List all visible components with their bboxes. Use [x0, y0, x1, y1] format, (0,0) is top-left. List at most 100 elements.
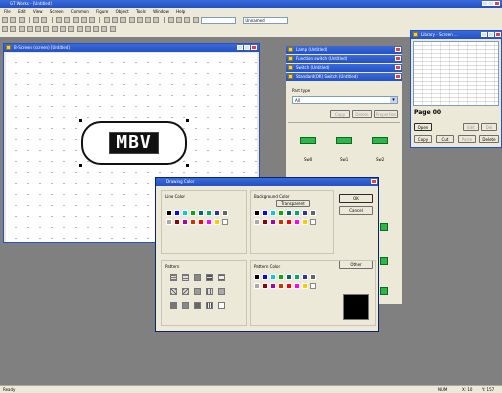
menu-edit[interactable]: Edit [18, 9, 26, 14]
del-page-button[interactable]: Del [481, 123, 497, 131]
rectangle-icon[interactable] [26, 26, 33, 32]
maximize-button[interactable] [488, 32, 494, 37]
project-combo[interactable]: Unnamed [243, 17, 289, 24]
copy-icon[interactable] [64, 17, 71, 23]
close-button[interactable] [395, 47, 401, 52]
line-color-swatch[interactable] [198, 210, 204, 216]
transparent-button[interactable]: Transparent [276, 200, 310, 207]
pattern-color-swatch[interactable] [310, 283, 316, 289]
pattern-swatch[interactable] [182, 302, 189, 309]
menu-window[interactable]: Window [153, 9, 169, 14]
line-color-swatch[interactable] [222, 210, 228, 216]
minimize-button[interactable] [237, 45, 243, 50]
line-color-swatch[interactable] [214, 210, 220, 216]
background-color-swatch[interactable] [302, 219, 308, 225]
line-color-swatch[interactable] [222, 219, 228, 225]
copy-part-button[interactable]: Copy [330, 110, 350, 118]
image-icon[interactable] [68, 26, 75, 32]
open-icon[interactable] [10, 17, 17, 23]
background-color-swatch[interactable] [302, 210, 308, 216]
flip-icon[interactable] [153, 17, 160, 23]
background-color-swatch[interactable] [286, 219, 292, 225]
polyline-icon[interactable] [18, 26, 25, 32]
graph-icon[interactable] [109, 26, 116, 32]
line-color-swatch[interactable] [198, 219, 204, 225]
pattern-color-swatch[interactable] [278, 274, 284, 280]
numeric-icon[interactable] [101, 26, 108, 32]
align-icon[interactable] [103, 17, 110, 23]
front-icon[interactable] [128, 17, 135, 23]
switch-part-5[interactable] [380, 287, 388, 295]
background-color-swatch[interactable] [278, 210, 284, 216]
line-icon[interactable] [2, 26, 8, 32]
switch-part-4[interactable] [380, 257, 388, 265]
polygon-icon[interactable] [51, 26, 58, 32]
switch-part-3[interactable] [380, 223, 388, 231]
pattern-swatch[interactable] [182, 288, 189, 295]
cancel-button[interactable]: Cancel [339, 206, 373, 215]
snap-icon[interactable] [184, 17, 191, 23]
pattern-color-swatch[interactable] [310, 274, 316, 280]
pattern-swatch[interactable] [206, 274, 213, 281]
preview-icon[interactable] [41, 17, 48, 23]
background-color-swatch[interactable] [262, 210, 268, 216]
pattern-color-swatch[interactable] [254, 283, 260, 289]
background-color-swatch[interactable] [294, 210, 300, 216]
chevron-down-icon[interactable]: ▾ [390, 97, 397, 103]
background-color-swatch[interactable] [254, 210, 260, 216]
lamp-icon[interactable] [84, 26, 91, 32]
line-color-swatch[interactable] [206, 210, 212, 216]
close-button[interactable] [495, 32, 501, 37]
line-color-swatch[interactable] [166, 219, 172, 225]
close-button[interactable] [251, 45, 257, 50]
background-color-swatch[interactable] [270, 210, 276, 216]
menu-object[interactable]: Object [116, 9, 129, 14]
print-icon[interactable] [33, 17, 40, 23]
screen-combo[interactable] [201, 17, 237, 24]
background-color-swatch[interactable] [270, 219, 276, 225]
menu-screen[interactable]: Screen [50, 9, 64, 14]
pattern-swatch[interactable] [170, 274, 177, 281]
menu-file[interactable]: File [4, 9, 11, 14]
background-color-swatch[interactable] [294, 219, 300, 225]
pattern-color-swatch[interactable] [294, 274, 300, 280]
line-color-swatch[interactable] [182, 210, 188, 216]
maximize-button[interactable] [244, 45, 250, 50]
pattern-color-swatch[interactable] [302, 283, 308, 289]
line-color-swatch[interactable] [174, 210, 180, 216]
paste-page-button[interactable]: Paste [458, 135, 476, 143]
pattern-swatch[interactable] [218, 288, 225, 295]
pattern-color-swatch[interactable] [254, 274, 260, 280]
properties-part-button[interactable]: Properties [374, 110, 398, 118]
panel-header-function-switch[interactable]: Function switch (Untitled) [286, 55, 402, 63]
pattern-swatch[interactable] [218, 274, 225, 281]
switch-part-0[interactable] [300, 137, 316, 144]
pattern-color-swatch[interactable] [294, 283, 300, 289]
pattern-color-swatch[interactable] [286, 274, 292, 280]
background-color-swatch[interactable] [286, 210, 292, 216]
selection-handle[interactable] [79, 119, 82, 122]
ungroup-icon[interactable] [120, 17, 127, 23]
zoom-icon[interactable] [167, 17, 174, 23]
lamp-object[interactable]: MBV [81, 121, 187, 165]
pattern-color-swatch[interactable] [262, 283, 268, 289]
group-icon[interactable] [111, 17, 118, 23]
scale-icon[interactable] [76, 26, 83, 32]
arc-icon[interactable] [43, 26, 50, 32]
background-color-swatch[interactable] [278, 219, 284, 225]
save-icon[interactable] [18, 17, 25, 23]
redo-icon[interactable] [89, 17, 96, 23]
cut-icon[interactable] [55, 17, 62, 23]
open-page-button[interactable]: Open [414, 123, 432, 131]
background-color-swatch[interactable] [254, 219, 260, 225]
pattern-swatch[interactable] [218, 302, 225, 309]
help-icon[interactable] [192, 17, 199, 23]
close-button[interactable] [395, 74, 401, 79]
background-color-swatch[interactable] [310, 210, 316, 216]
panel-header-lamp[interactable]: Lamp (Untitled) [286, 46, 402, 54]
text-icon[interactable] [10, 26, 17, 32]
close-button[interactable] [494, 1, 500, 6]
pattern-color-swatch[interactable] [270, 274, 276, 280]
menu-common[interactable]: Common [71, 9, 89, 14]
pattern-swatch[interactable] [194, 302, 201, 309]
